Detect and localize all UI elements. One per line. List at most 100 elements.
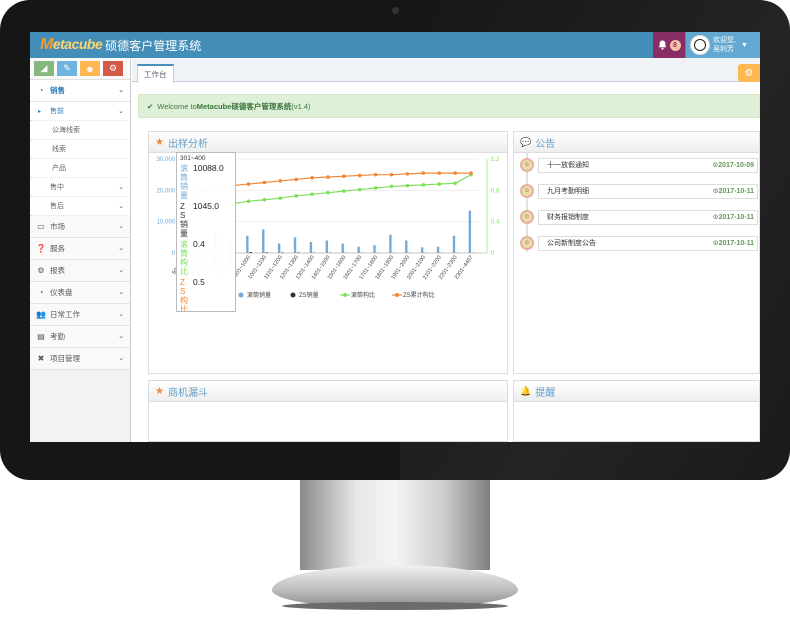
- line-point: [357, 187, 362, 192]
- welcome-alert: ✔ Welcome to Metacube硕德客户管理系统 (v1.4): [138, 94, 760, 118]
- tab-workbench[interactable]: 工作台: [137, 64, 174, 83]
- line-point: [342, 174, 346, 179]
- chevron-down-icon: ⌄: [118, 267, 124, 274]
- line-point: [326, 175, 330, 179]
- puzzle-icon: ✖: [37, 354, 45, 363]
- check-icon: ✔: [147, 101, 154, 111]
- brand-name: 硕德客户管理系统: [105, 38, 202, 53]
- sidebar-shortcuts: ◢ ✎ ☻ ⚙: [30, 58, 130, 80]
- bar: [452, 235, 456, 253]
- list-item[interactable]: ☺ 公司新制度公告 ⊙2017-10-11: [520, 234, 758, 252]
- line-point: [405, 183, 410, 188]
- sidebar-item-insale[interactable]: 售中 ⌄: [30, 178, 130, 197]
- avatar: [690, 35, 710, 55]
- top-navbar: Metacube 硕德客户管理系统 8 欢迎您, 吴利芳 ▼: [30, 32, 760, 58]
- notice-date: ⊙2017-10-11: [712, 214, 754, 221]
- widget-header: ★ 出样分析: [149, 132, 507, 153]
- sidebar-item-market[interactable]: ▭ 市场 ⌄: [30, 216, 130, 238]
- legend-label: 滚筒构比: [351, 291, 375, 299]
- notice-box: 九月考勤明细 ⊙2017-10-11: [538, 183, 758, 199]
- bell-icon: [658, 40, 666, 50]
- user-avatar-icon: ☺: [520, 184, 534, 198]
- notification-button[interactable]: 8: [653, 32, 685, 58]
- sidebar-item-reports[interactable]: ⚙ 报表 ⌄: [30, 260, 130, 282]
- sidebar-item-service[interactable]: ❓ 服务 ⌄: [30, 238, 130, 260]
- sidebar-item-aftersale[interactable]: 售后 ⌄: [30, 197, 130, 216]
- signal-icon[interactable]: ◢: [34, 61, 54, 76]
- legend-marker: [343, 293, 347, 297]
- screen: Metacube 硕德客户管理系统 8 欢迎您, 吴利芳 ▼ ◢ ✎ ☻ ⚙ ◔…: [30, 32, 760, 442]
- line-point: [421, 183, 426, 187]
- tooltip-row: 滚筒构比 0.4: [180, 239, 205, 277]
- tooltip-row: ZS构比 0.5: [180, 277, 205, 312]
- users-icon: 👥: [36, 310, 46, 319]
- line-point: [342, 189, 346, 193]
- y-tick-label: 30,000: [157, 157, 176, 163]
- line-point: [437, 182, 442, 186]
- bar: [405, 240, 408, 253]
- dashboard-icon: ◔: [38, 288, 44, 297]
- line-point: [294, 177, 299, 182]
- list-item[interactable]: ☺ 九月考勤明细 ⊙2017-10-11: [520, 182, 758, 200]
- list-item[interactable]: ☺ 十一放假通知 ⊙2017-10-09: [520, 156, 758, 174]
- tooltip-row: 滚筒销量 10088.0: [180, 163, 224, 201]
- sidebar-item-sales[interactable]: ◔ 销售 ⌄: [30, 80, 130, 102]
- group-icon[interactable]: ☻: [80, 61, 100, 76]
- cogs-icon[interactable]: ⚙: [103, 61, 123, 76]
- gear-icon: ⚙: [744, 67, 754, 79]
- widget-title: 公告: [535, 138, 556, 150]
- sidebar-item-public-leads[interactable]: 公海线索: [30, 121, 130, 140]
- notice-date: ⊙2017-10-11: [712, 240, 754, 247]
- y2-tick-label: 1.2: [491, 157, 500, 163]
- sidebar-item-presale[interactable]: ▸ 售前 ⌄: [30, 102, 130, 121]
- bar: [420, 247, 424, 253]
- bar: [357, 246, 360, 253]
- bar: [341, 243, 344, 253]
- line-point: [310, 192, 314, 197]
- chevron-down-icon: ⌄: [118, 223, 124, 230]
- widget-header: 💬 公告: [514, 132, 759, 153]
- sidebar-item-dashboard[interactable]: ◔ 仪表盘 ⌄: [30, 282, 130, 304]
- monitor-stand-base: [272, 565, 518, 607]
- bar: [277, 243, 281, 253]
- list-item[interactable]: ☺ 财务报销制度 ⊙2017-10-11: [520, 208, 758, 226]
- user-avatar-icon: ☺: [520, 236, 534, 250]
- main-content: 工作台 ⚙ ✔ Welcome to Metacube硕德客户管理系统 (v1.…: [132, 58, 760, 442]
- bar: [262, 229, 265, 253]
- bar: [373, 245, 376, 253]
- sidebar: ◢ ✎ ☻ ⚙ ◔ 销售 ⌄ ▸ 售前 ⌄ 公海线索 线索 产品 售中 ⌄ 售后…: [30, 58, 131, 442]
- line-point: [246, 182, 251, 186]
- notice-date: ⊙2017-10-09: [712, 162, 754, 169]
- notice-box: 公司新制度公告 ⊙2017-10-11: [538, 235, 758, 251]
- sidebar-item-leads[interactable]: 线索: [30, 140, 130, 159]
- widget-header: ★ 商机漏斗: [149, 381, 507, 402]
- line-point: [453, 171, 457, 175]
- line-point: [262, 180, 267, 185]
- chevron-down-icon: ⌄: [118, 355, 124, 362]
- sidebar-item-attendance[interactable]: ▤ 考勤 ⌄: [30, 326, 130, 348]
- caret-right-icon: ▸: [38, 108, 42, 115]
- tab-bar: 工作台 ⚙: [132, 58, 760, 83]
- brand[interactable]: Metacube 硕德客户管理系统: [40, 36, 201, 54]
- line-point: [469, 171, 473, 175]
- tooltip-row: ZS销量 1045.0: [180, 201, 219, 239]
- widget-header: 🔔 提醒: [514, 381, 759, 402]
- y2-tick-label: 0: [491, 251, 495, 257]
- user-avatar-icon: ☺: [520, 210, 534, 224]
- sidebar-item-projects[interactable]: ✖ 项目管理 ⌄: [30, 348, 130, 370]
- sidebar-item-daily-work[interactable]: 👥 日常工作 ⌄: [30, 304, 130, 326]
- y-tick-label: 20,000: [157, 188, 176, 194]
- notification-count-badge: 8: [669, 39, 681, 51]
- chart-tooltip: 301~400 滚筒销量 10088.0 ZS销量 1045.0 滚筒构比 0.…: [176, 152, 236, 312]
- line-point: [262, 197, 267, 202]
- settings-button[interactable]: ⚙: [738, 64, 760, 82]
- line-point: [389, 184, 394, 189]
- y2-tick-label: 0.8: [491, 188, 500, 194]
- line-point: [278, 196, 283, 200]
- legend-marker: [238, 292, 244, 298]
- pencil-icon[interactable]: ✎: [57, 61, 77, 76]
- user-menu[interactable]: 欢迎您, 吴利芳 ▼: [686, 32, 760, 58]
- legend-marker: [395, 293, 399, 297]
- chevron-down-icon: ⌄: [118, 289, 124, 296]
- sidebar-item-products[interactable]: 产品: [30, 159, 130, 178]
